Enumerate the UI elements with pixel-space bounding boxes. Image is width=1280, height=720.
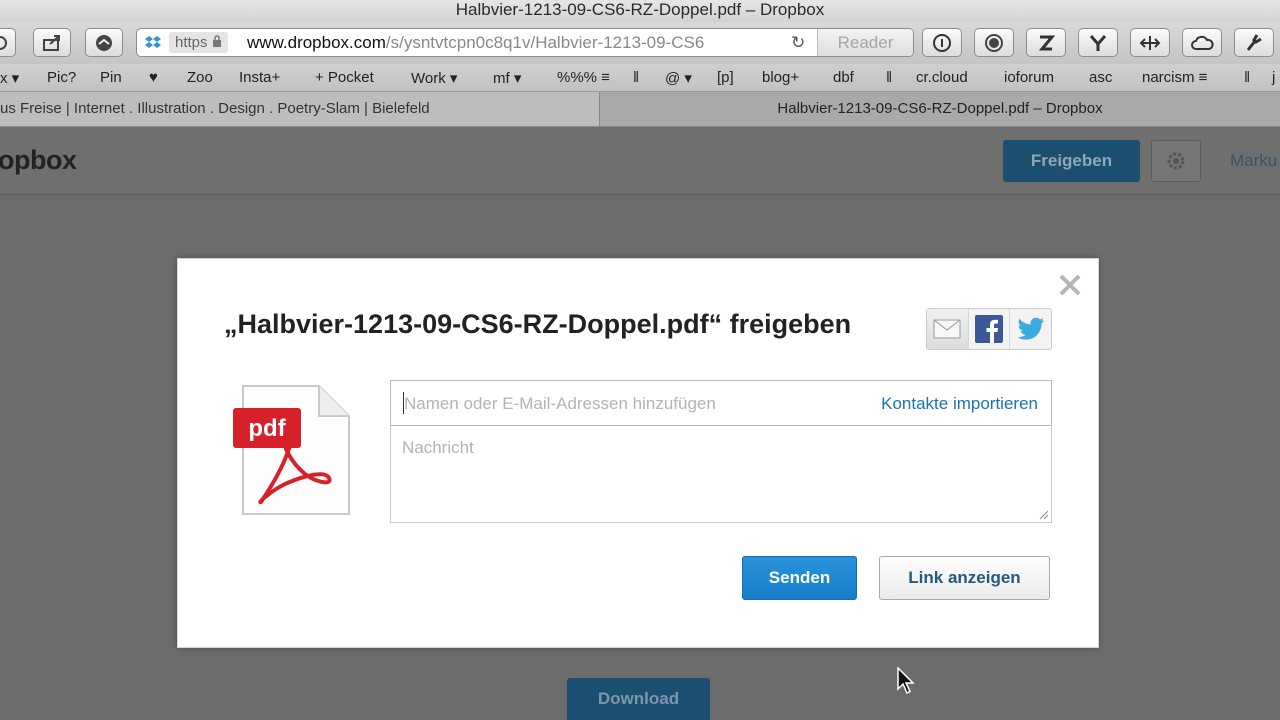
- dialog-title: „Halbvier-1213-09-CS6-RZ-Doppel.pdf“ fre…: [224, 309, 852, 339]
- info-icon: [933, 33, 951, 52]
- y-icon: [1089, 34, 1107, 51]
- reload-icon[interactable]: ↻: [791, 33, 805, 53]
- dropbox-logo: opbox: [0, 145, 77, 175]
- bookmark-item[interactable]: blog+: [762, 69, 799, 86]
- bookmark-item[interactable]: Zoo: [187, 69, 213, 86]
- history-icon: [0, 35, 7, 50]
- extension-z-button[interactable]: [1026, 28, 1066, 57]
- share-button[interactable]: Freigeben: [1003, 140, 1140, 182]
- mark-link[interactable]: Marku: [1230, 151, 1277, 171]
- close-icon[interactable]: [1058, 273, 1082, 297]
- pdf-label: pdf: [248, 415, 286, 442]
- url-text: www.dropbox.com/s/ysntvtcpn0c8q1v/Halbvi…: [247, 33, 705, 52]
- bookmark-item[interactable]: dbf: [833, 69, 854, 86]
- layers-icon: [96, 34, 112, 51]
- tab-inactive[interactable]: us Freise | Internet . Illustration . De…: [0, 92, 600, 126]
- move-icon: [1139, 35, 1161, 50]
- bookmark-item[interactable]: Pic?: [47, 69, 76, 86]
- address-bar[interactable]: https www.dropbox.com/s/ysntvtcpn0c8q1v/…: [136, 28, 914, 57]
- recipients-input[interactable]: Namen oder E-Mail-Adressen hinzufügen Ko…: [390, 380, 1052, 426]
- recipients-placeholder: Namen oder E-Mail-Adressen hinzufügen: [404, 394, 716, 413]
- https-badge: https: [169, 32, 228, 53]
- extension-move-button[interactable]: [1130, 28, 1170, 57]
- extension-yahoo-button[interactable]: [1078, 28, 1118, 57]
- bookmark-item[interactable]: ioforum: [1004, 69, 1054, 86]
- gear-icon: [1167, 152, 1185, 170]
- bookmark-separator: ‖: [1244, 69, 1251, 86]
- record-icon: [985, 33, 1003, 52]
- share-facebook-button[interactable]: [969, 309, 1011, 349]
- message-textarea[interactable]: Nachricht: [390, 426, 1052, 523]
- twitter-icon: [1017, 317, 1044, 340]
- bookmark-item[interactable]: ♥: [149, 69, 158, 86]
- cloud-icon: [1191, 35, 1214, 50]
- extension-cloud-button[interactable]: [1182, 28, 1222, 57]
- bookmark-separator: ‖: [633, 69, 640, 86]
- bookmark-item[interactable]: mf ▾: [493, 69, 521, 87]
- lock-icon: [212, 35, 221, 47]
- bookmark-item[interactable]: Insta+: [239, 69, 280, 86]
- bookmark-item[interactable]: j: [1272, 69, 1275, 86]
- bookmarks-bar: x ▾ Pic? Pin ♥ Zoo Insta+ + Pocket Work …: [0, 64, 1280, 92]
- show-link-button[interactable]: Link anzeigen: [879, 556, 1050, 600]
- tab-bar: us Freise | Internet . Illustration . De…: [0, 92, 1280, 127]
- pdf-file-icon: pdf: [233, 385, 350, 515]
- dropbox-favicon-icon: [145, 36, 161, 48]
- email-icon: [933, 319, 961, 339]
- wrench-icon: [1246, 33, 1262, 51]
- zap-icon: [1038, 35, 1055, 50]
- window-title: Halbvier-1213-09-CS6-RZ-Doppel.pdf – Dro…: [0, 0, 1280, 22]
- page-header: opbox Freigeben Marku: [0, 127, 1280, 195]
- share-dialog: „Halbvier-1213-09-CS6-RZ-Doppel.pdf“ fre…: [177, 258, 1099, 648]
- message-placeholder: Nachricht: [402, 438, 474, 457]
- bookmark-item[interactable]: x ▾: [0, 69, 19, 87]
- download-button[interactable]: Download: [567, 678, 710, 720]
- bookmark-item[interactable]: cr.cloud: [916, 69, 968, 86]
- bookmark-item[interactable]: Pin: [100, 69, 122, 86]
- bookmark-separator: ‖: [886, 69, 893, 86]
- share-page-button[interactable]: [33, 28, 71, 57]
- settings-button[interactable]: [1151, 140, 1201, 182]
- share-icon: [43, 34, 60, 51]
- history-button[interactable]: [0, 28, 16, 57]
- facebook-icon: [975, 315, 1003, 343]
- bookmark-item[interactable]: Work ▾: [411, 69, 457, 87]
- bookmark-item[interactable]: asc: [1089, 69, 1112, 86]
- browser-toolbar: https www.dropbox.com/s/ysntvtcpn0c8q1v/…: [0, 22, 1280, 64]
- resize-grip-icon[interactable]: [1039, 510, 1049, 520]
- bookmark-item[interactable]: + Pocket: [315, 69, 374, 86]
- tab-active[interactable]: Halbvier-1213-09-CS6-RZ-Doppel.pdf – Dro…: [600, 92, 1280, 126]
- reading-list-button[interactable]: [85, 28, 123, 57]
- import-contacts-link[interactable]: Kontakte importieren: [881, 394, 1038, 414]
- bookmark-item[interactable]: [p]: [717, 69, 734, 86]
- extension-1password-button[interactable]: [922, 28, 962, 57]
- bookmark-item[interactable]: @ ▾: [665, 69, 692, 87]
- social-share-group: [926, 308, 1052, 350]
- mouse-cursor-icon: [897, 667, 915, 695]
- extension-record-button[interactable]: [974, 28, 1014, 57]
- share-twitter-button[interactable]: [1010, 309, 1051, 349]
- reader-button[interactable]: Reader: [817, 29, 913, 56]
- bookmark-item[interactable]: %%% ≡: [557, 69, 610, 86]
- extension-tools-button[interactable]: [1234, 28, 1274, 57]
- share-email-button[interactable]: [927, 309, 969, 349]
- bookmark-item[interactable]: narcism ≡: [1142, 69, 1207, 86]
- send-button[interactable]: Senden: [742, 556, 857, 600]
